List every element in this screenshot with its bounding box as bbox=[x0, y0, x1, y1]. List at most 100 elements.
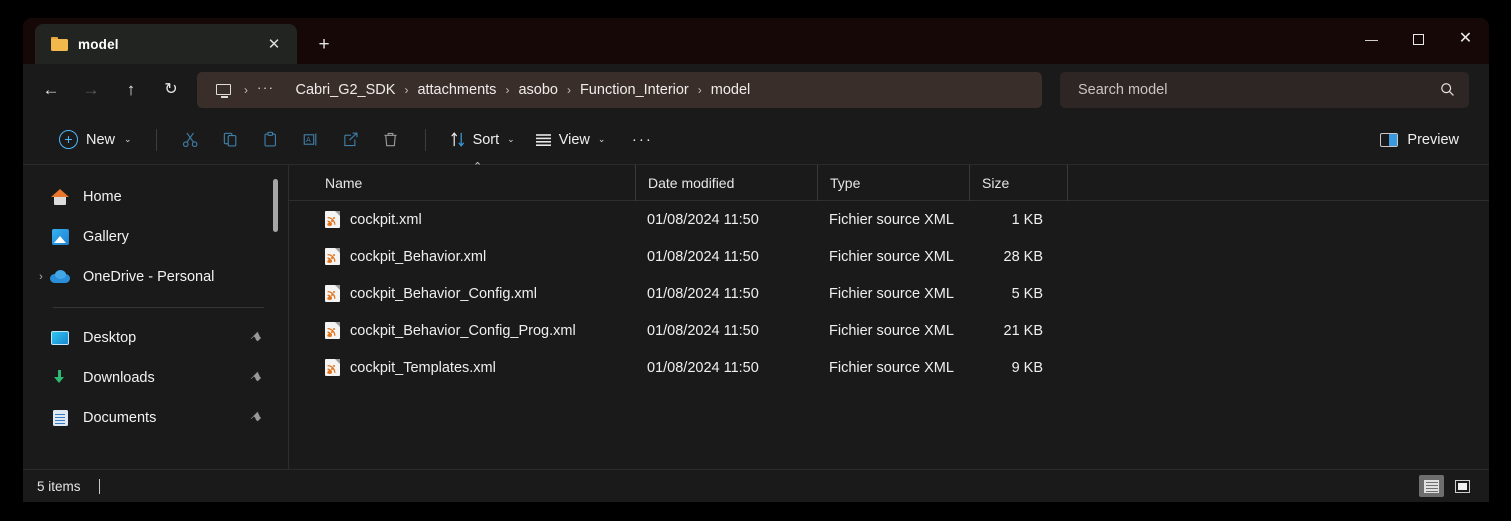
chevron-right-icon: › bbox=[404, 82, 409, 97]
file-date-cell: 01/08/2024 11:50 bbox=[647, 248, 759, 265]
details-view-button[interactable] bbox=[1419, 475, 1444, 497]
new-tab-button[interactable]: + bbox=[307, 27, 341, 61]
file-date-cell: 01/08/2024 11:50 bbox=[647, 211, 759, 228]
xml-file-icon bbox=[325, 285, 340, 302]
xml-file-icon bbox=[325, 248, 340, 265]
view-button-label: View bbox=[558, 131, 590, 148]
file-name: cockpit_Behavior_Config.xml bbox=[350, 285, 537, 302]
tab-label: model bbox=[78, 36, 119, 52]
up-button[interactable]: ↑ bbox=[111, 73, 151, 107]
chevron-right-icon[interactable]: › bbox=[31, 271, 51, 283]
file-size-cell: 9 KB bbox=[1011, 359, 1043, 376]
cut-button[interactable] bbox=[171, 123, 211, 157]
column-header-size[interactable]: Size bbox=[969, 164, 1067, 201]
close-icon[interactable]: ✕ bbox=[261, 31, 287, 57]
delete-button[interactable] bbox=[371, 123, 411, 157]
file-name: cockpit.xml bbox=[350, 211, 422, 228]
breadcrumb-item-3[interactable]: Function_Interior bbox=[580, 82, 689, 98]
sidebar-item-documents[interactable]: Documents ⚑ bbox=[31, 398, 280, 438]
sidebar-item-gallery[interactable]: Gallery bbox=[31, 217, 280, 257]
chevron-right-icon: › bbox=[566, 82, 571, 97]
paste-button[interactable] bbox=[251, 123, 291, 157]
rename-icon: A bbox=[303, 133, 317, 146]
toolbar-overflow-button[interactable]: ··· bbox=[623, 123, 661, 157]
table-row[interactable]: cockpit_Behavior.xml 01/08/2024 11:50 Fi… bbox=[289, 238, 1489, 275]
paste-icon bbox=[264, 131, 277, 147]
view-toggle-group bbox=[1419, 475, 1475, 497]
trash-icon bbox=[384, 132, 397, 147]
preview-button[interactable]: Preview bbox=[1370, 123, 1469, 157]
main-body: Home Gallery › OneDrive - Personal Deskt… bbox=[23, 161, 1489, 502]
file-name: cockpit_Templates.xml bbox=[350, 359, 496, 376]
sort-button[interactable]: Sort ⌄ bbox=[440, 123, 525, 157]
minimize-button[interactable]: — bbox=[1348, 18, 1395, 60]
copy-button[interactable] bbox=[211, 123, 251, 157]
breadcrumb-item-1[interactable]: attachments bbox=[417, 82, 496, 98]
search-box[interactable] bbox=[1060, 71, 1469, 108]
status-bar: 5 items bbox=[23, 469, 1489, 502]
documents-icon bbox=[49, 410, 71, 426]
sidebar-item-label: OneDrive - Personal bbox=[83, 269, 215, 285]
file-explorer-window: model ✕ + — ✕ ← → ↑ ↻ › ··· Cabri_G2_SDK… bbox=[23, 18, 1489, 502]
plus-circle-icon: + bbox=[59, 130, 78, 149]
table-row[interactable]: cockpit_Templates.xml 01/08/2024 11:50 F… bbox=[289, 349, 1489, 386]
refresh-button[interactable]: ↻ bbox=[151, 73, 191, 107]
sidebar-item-home[interactable]: Home bbox=[31, 177, 280, 217]
column-header-label: Name bbox=[325, 174, 363, 191]
preview-pane-icon bbox=[1380, 132, 1399, 147]
sidebar-item-label: Desktop bbox=[83, 330, 137, 346]
sidebar-divider bbox=[53, 307, 264, 308]
svg-text:A: A bbox=[306, 136, 311, 144]
tab-model[interactable]: model ✕ bbox=[35, 24, 297, 64]
breadcrumb-overflow-button[interactable]: ··· bbox=[257, 81, 278, 99]
chevron-right-icon: › bbox=[244, 82, 248, 97]
column-header-label: Size bbox=[982, 174, 1010, 191]
back-button[interactable]: ← bbox=[31, 73, 71, 107]
breadcrumb-item-0[interactable]: Cabri_G2_SDK bbox=[296, 82, 396, 98]
view-button[interactable]: View ⌄ bbox=[525, 123, 616, 157]
search-icon[interactable] bbox=[1440, 82, 1455, 97]
forward-button: → bbox=[82, 80, 100, 99]
file-size-cell: 5 KB bbox=[1011, 285, 1043, 302]
column-header-date-modified[interactable]: Date modified bbox=[635, 164, 817, 201]
new-button-label: New bbox=[86, 131, 116, 148]
toolbar-divider bbox=[424, 128, 426, 151]
file-rows: cockpit.xml 01/08/2024 11:50 Fichier sou… bbox=[289, 201, 1489, 502]
file-list-pane: ⌃ Name Date modified Type Size cockpit.x… bbox=[289, 161, 1489, 502]
toolbar-divider bbox=[155, 128, 157, 151]
table-row[interactable]: cockpit.xml 01/08/2024 11:50 Fichier sou… bbox=[289, 201, 1489, 238]
share-button[interactable] bbox=[331, 123, 371, 157]
sidebar-item-desktop[interactable]: Desktop ⚑ bbox=[31, 318, 280, 358]
status-divider bbox=[98, 478, 100, 494]
breadcrumb[interactable]: › ··· Cabri_G2_SDK › attachments › asobo… bbox=[197, 71, 1042, 108]
item-count-label: 5 items bbox=[37, 478, 81, 494]
rename-button[interactable]: A bbox=[291, 123, 331, 157]
table-row[interactable]: cockpit_Behavior_Config.xml 01/08/2024 1… bbox=[289, 275, 1489, 312]
column-header-name[interactable]: ⌃ Name bbox=[313, 161, 635, 201]
chevron-down-icon: ⌄ bbox=[124, 134, 132, 144]
this-pc-icon[interactable] bbox=[211, 79, 235, 101]
maximize-button[interactable] bbox=[1395, 18, 1442, 60]
copy-icon bbox=[223, 132, 237, 147]
sidebar-item-onedrive[interactable]: › OneDrive - Personal bbox=[31, 257, 280, 297]
column-header-label: Type bbox=[830, 174, 861, 191]
large-icons-view-button[interactable] bbox=[1450, 475, 1475, 497]
new-button[interactable]: + New ⌄ bbox=[55, 123, 142, 157]
large-icons-view-icon bbox=[1455, 479, 1470, 493]
search-input[interactable] bbox=[1078, 81, 1440, 98]
breadcrumb-item-2[interactable]: asobo bbox=[518, 82, 558, 98]
file-size-cell: 28 KB bbox=[1003, 248, 1044, 265]
column-header-type[interactable]: Type bbox=[817, 164, 969, 201]
breadcrumb-item-4[interactable]: model bbox=[711, 82, 751, 98]
sidebar-item-downloads[interactable]: Downloads ⚑ bbox=[31, 358, 280, 398]
table-row[interactable]: cockpit_Behavior_Config_Prog.xml 01/08/2… bbox=[289, 312, 1489, 349]
gallery-icon bbox=[49, 229, 71, 245]
sidebar-item-label: Home bbox=[83, 189, 122, 205]
close-button[interactable]: ✕ bbox=[1442, 18, 1489, 60]
share-icon bbox=[344, 132, 358, 147]
chevron-down-icon: ⌄ bbox=[597, 134, 606, 144]
window-controls: — ✕ bbox=[1348, 18, 1489, 60]
downloads-icon bbox=[49, 370, 71, 386]
sidebar-scrollbar-thumb[interactable] bbox=[273, 179, 278, 232]
toolbar: + New ⌄ A Sort ⌄ View ⌄ ··· Preview bbox=[23, 115, 1489, 165]
